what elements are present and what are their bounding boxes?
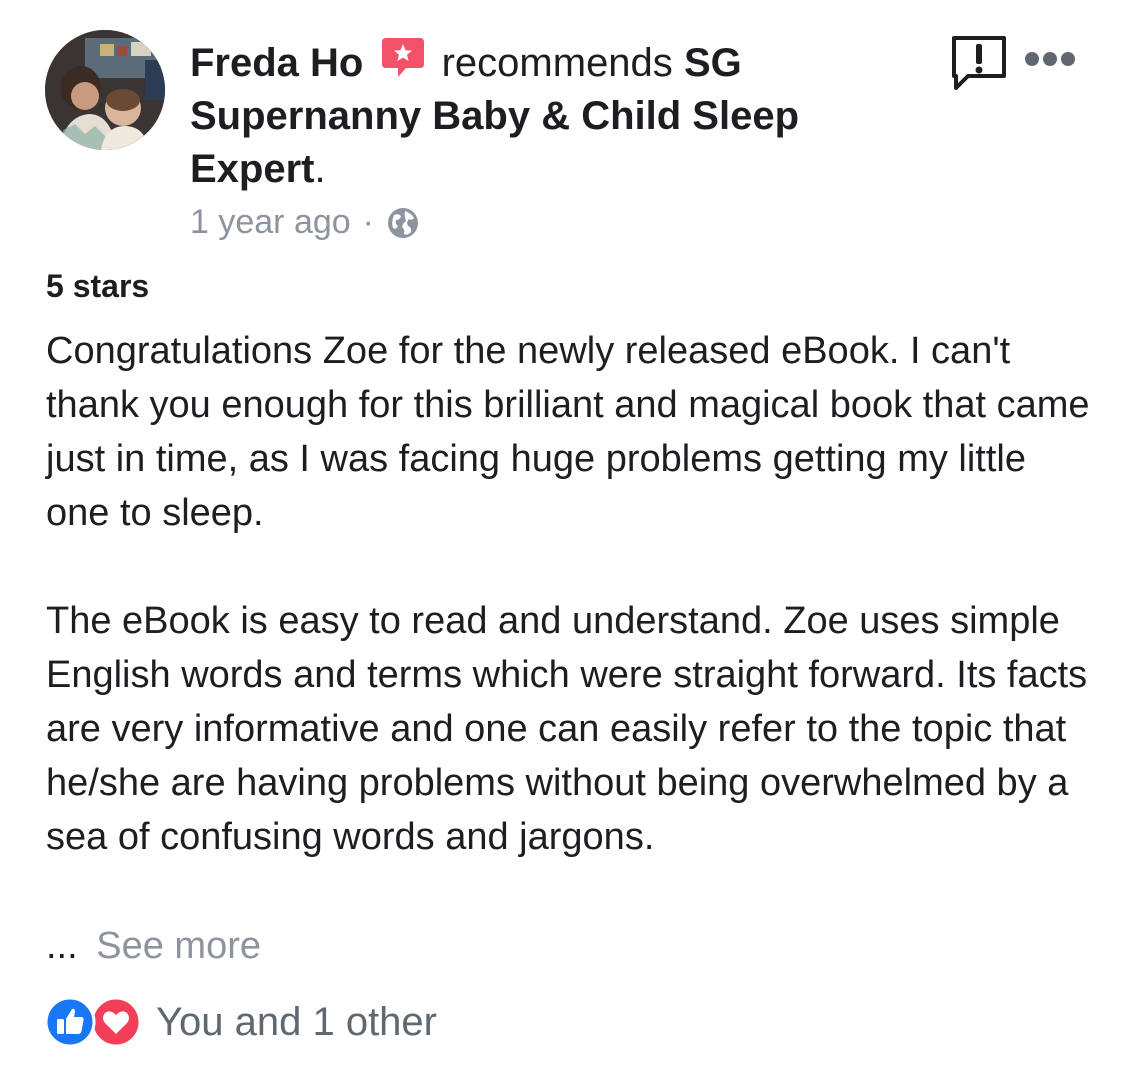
post-meta: 1 year ago · xyxy=(190,203,420,242)
more-options-icon[interactable] xyxy=(1024,50,1076,68)
reactions-count[interactable]: You and 1 other xyxy=(156,1000,437,1045)
author-name[interactable]: Freda Ho xyxy=(190,41,363,85)
see-more-link[interactable]: See more xyxy=(96,925,261,967)
post-paragraph: The eBook is easy to read and understand… xyxy=(46,600,1088,858)
truncation-ellipsis: ... xyxy=(46,925,78,967)
rating-label: 5 stars xyxy=(46,268,150,304)
love-reaction-icon xyxy=(90,996,142,1048)
meta-separator: · xyxy=(362,203,374,241)
avatar-photo xyxy=(45,30,165,150)
page-name-period: . xyxy=(314,147,326,191)
author-avatar[interactable] xyxy=(45,30,165,150)
post-timestamp[interactable]: 1 year ago xyxy=(190,203,351,242)
like-reaction-icon xyxy=(44,996,96,1048)
globe-icon xyxy=(388,207,418,238)
reactions-bar[interactable]: You and 1 other xyxy=(44,996,437,1048)
post-header: Freda Ho recommends SG Supernanny Baby &… xyxy=(190,36,890,196)
post-body: Congratulations Zoe for the newly releas… xyxy=(46,324,1096,864)
report-icon[interactable] xyxy=(950,34,1008,92)
recommendation-star-icon xyxy=(382,38,425,77)
reaction-icons xyxy=(44,996,148,1048)
recommends-text: recommends xyxy=(441,41,673,85)
see-more-row: ... See more xyxy=(46,919,261,973)
post-paragraph: Congratulations Zoe for the newly releas… xyxy=(46,330,1090,534)
